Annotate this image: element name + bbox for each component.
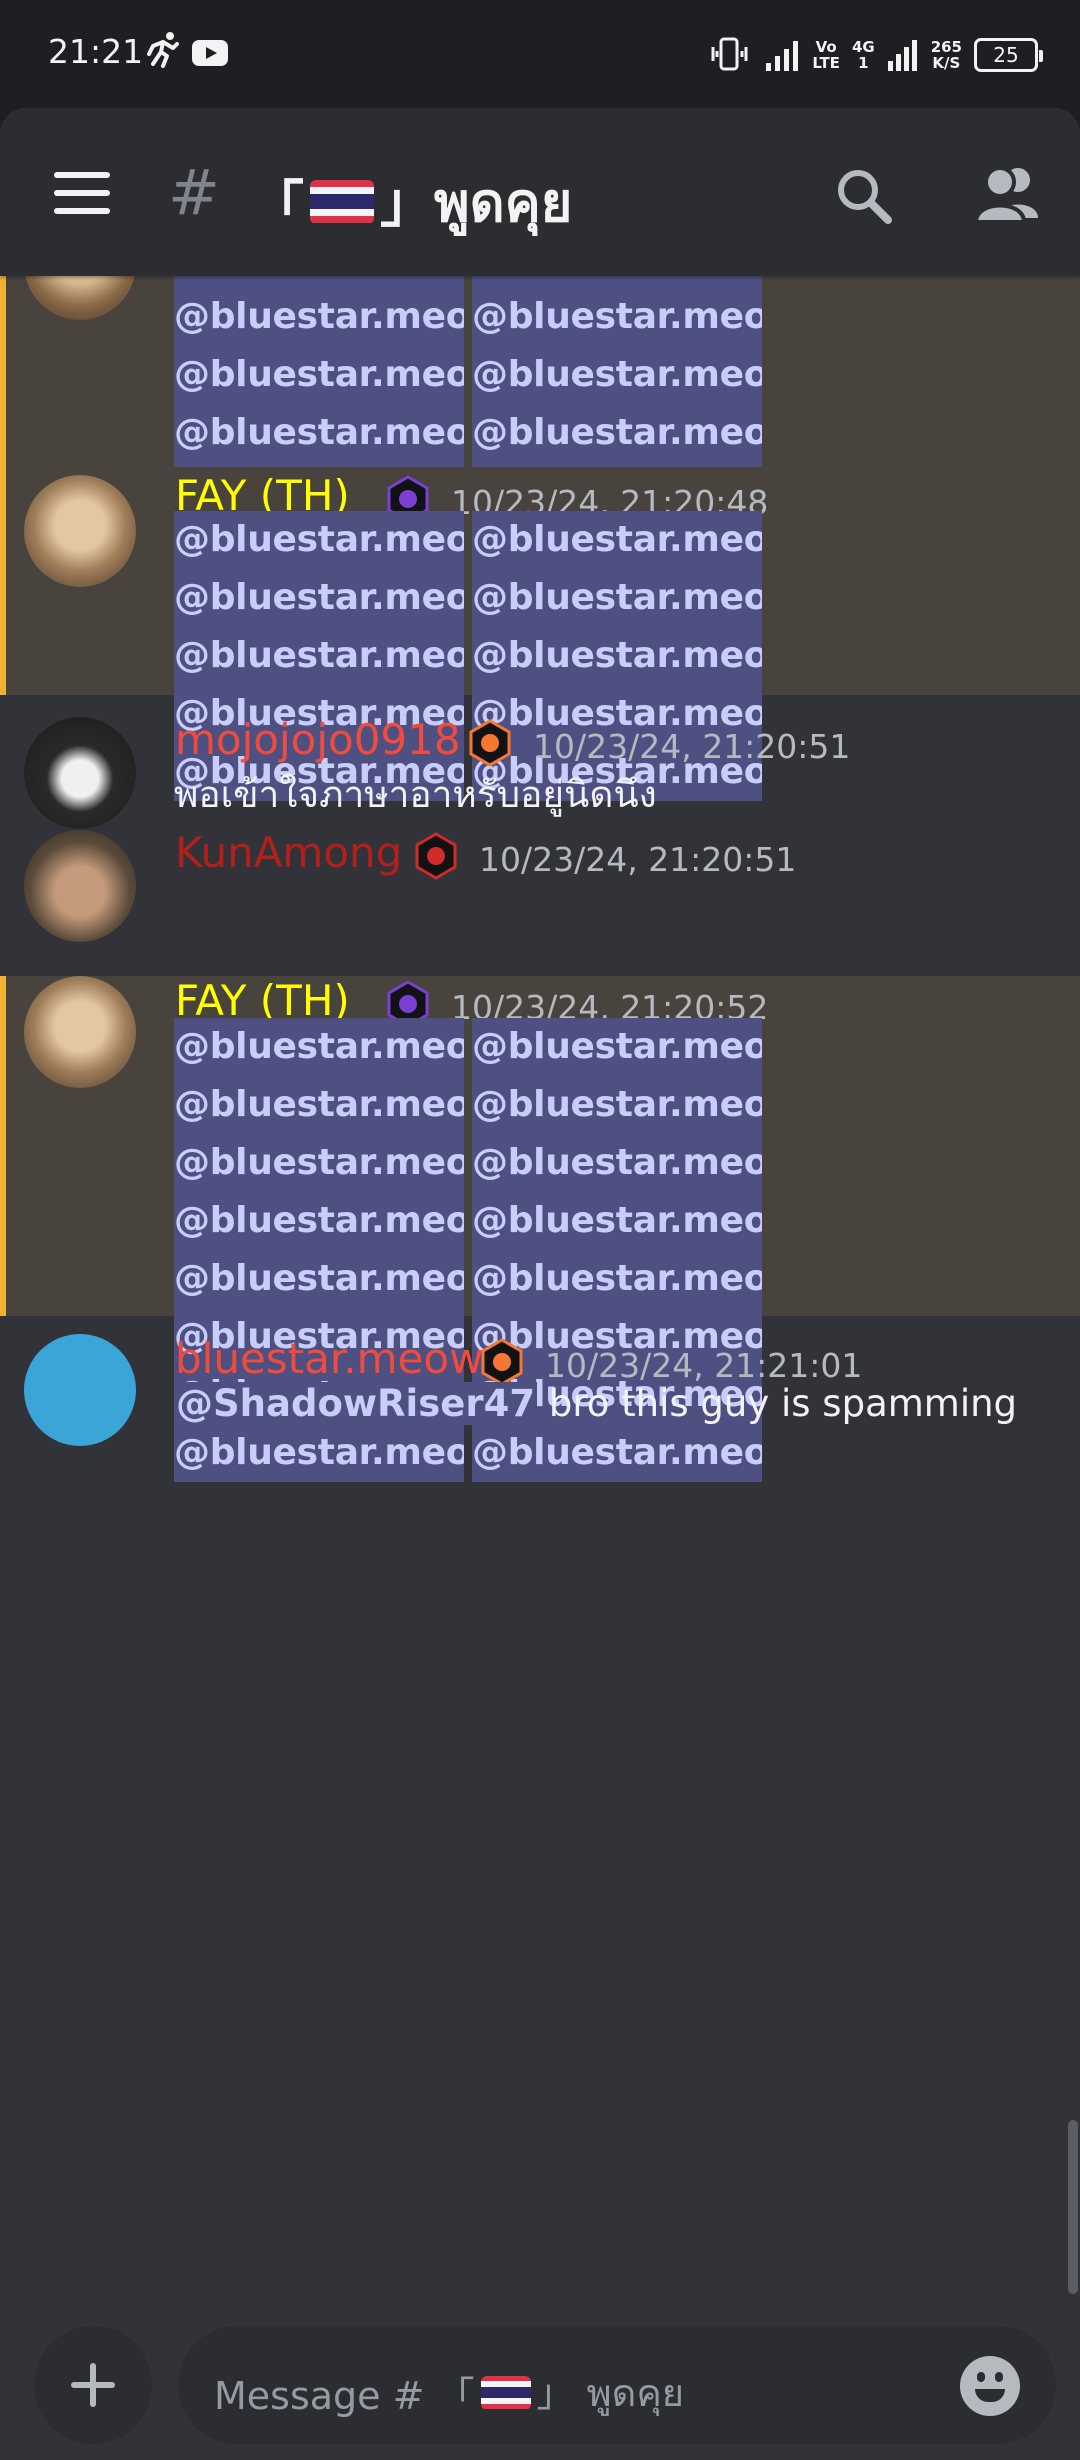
user-mention[interactable]: @bluestar.meow bbox=[472, 346, 762, 404]
youtube-icon bbox=[192, 40, 228, 66]
user-mention[interactable]: @bluestar.meow bbox=[472, 288, 762, 346]
status-indicators: Vo LTE 4G 1 265 K/S 25 bbox=[708, 30, 1043, 80]
user-mention[interactable]: @bluestar.meow bbox=[472, 1076, 762, 1134]
user-mention[interactable]: @bluestar.meow bbox=[472, 627, 762, 685]
emoji-icon[interactable] bbox=[960, 2356, 1020, 2416]
user-mention[interactable]: @bluestar.meow bbox=[174, 511, 464, 569]
user-mention[interactable]: @bluestar.meow bbox=[174, 1192, 464, 1250]
network-gen-indicator: 4G 1 bbox=[851, 38, 875, 72]
role-badge-icon bbox=[469, 719, 511, 767]
channel-header: # 「 」พูดคุย bbox=[0, 108, 1080, 276]
role-badge-icon bbox=[481, 1338, 523, 1386]
role-badge-icon bbox=[415, 832, 457, 880]
message-timestamp: 10/23/24, 21:20:51 bbox=[533, 727, 851, 766]
avatar[interactable] bbox=[24, 475, 136, 587]
user-mention[interactable]: @bluestar.meow bbox=[472, 1250, 762, 1308]
avatar[interactable] bbox=[24, 976, 136, 1088]
user-mention[interactable]: @bluestar.meow bbox=[472, 569, 762, 627]
signal-icon bbox=[766, 41, 799, 71]
search-icon[interactable] bbox=[832, 164, 896, 228]
message[interactable]: FAY (TH)10/23/24, 21:20:52@bluestar.meow… bbox=[0, 976, 1080, 1482]
menu-icon[interactable] bbox=[54, 172, 110, 214]
user-mention[interactable]: @bluestar.meow bbox=[472, 404, 762, 462]
avatar[interactable] bbox=[24, 1334, 136, 1446]
scrollbar[interactable] bbox=[1068, 2120, 1078, 2294]
user-mention[interactable]: @bluestar.meow bbox=[472, 1018, 762, 1076]
user-mention[interactable]: @bluestar.meow bbox=[174, 346, 464, 404]
user-mention[interactable]: @bluestar.meow bbox=[174, 1134, 464, 1192]
username[interactable]: mojojojo0918 bbox=[175, 715, 461, 764]
avatar[interactable] bbox=[24, 830, 136, 942]
username[interactable]: bluestar.meow bbox=[175, 1334, 483, 1383]
user-mention[interactable]: @bluestar.meow bbox=[174, 1250, 464, 1308]
thailand-flag-icon bbox=[310, 179, 374, 224]
thailand-flag-icon bbox=[480, 2375, 531, 2410]
battery-indicator: 25 bbox=[974, 38, 1043, 72]
channel-title-prefix: 「 bbox=[250, 175, 304, 238]
message-text: @ShadowRiser47 bro this guy is spamming bbox=[174, 1382, 1017, 1425]
channel-hash-icon: # bbox=[168, 156, 220, 229]
message[interactable]: KunAmong 10/23/24, 21:20:51 bbox=[0, 808, 1080, 968]
volte-indicator: Vo LTE bbox=[812, 38, 840, 72]
vibrate-icon bbox=[711, 37, 748, 71]
user-mention[interactable]: @bluestar.meow bbox=[174, 569, 464, 627]
message-body: bro this guy is spamming bbox=[537, 1382, 1018, 1425]
status-bar: 21:21 Vo LTE 4G 1 265 K/S 25 bbox=[0, 0, 1080, 105]
user-mention[interactable]: @bluestar.meow bbox=[174, 404, 464, 462]
message-input[interactable]: Message # 「 」 พูดคุย bbox=[178, 2326, 1056, 2444]
user-mention[interactable]: @bluestar.meow bbox=[174, 288, 464, 346]
running-icon bbox=[147, 32, 179, 68]
user-mention[interactable]: @ShadowRiser47 bbox=[174, 1382, 538, 1425]
user-mention[interactable]: @bluestar.meow bbox=[472, 1134, 762, 1192]
user-mention[interactable]: @bluestar.meow bbox=[174, 1018, 464, 1076]
members-icon[interactable] bbox=[972, 160, 1044, 228]
discord-app: # 「 」พูดคุย @bluestar.meow@bluestar.meow… bbox=[0, 108, 1080, 2460]
user-mention[interactable]: @bluestar.meow bbox=[174, 627, 464, 685]
add-attachment-button[interactable] bbox=[34, 2326, 152, 2444]
channel-title-name: 」พูดคุย bbox=[380, 171, 573, 234]
username[interactable]: KunAmong bbox=[175, 828, 402, 877]
message-input-placeholder: Message # 「 」 พูดคุย bbox=[214, 2371, 685, 2418]
message-composer: Message # 「 」 พูดคุย bbox=[0, 2300, 1080, 2460]
message-timestamp: 10/23/24, 21:20:51 bbox=[479, 840, 797, 879]
channel-title: 「 」พูดคุย bbox=[250, 158, 572, 245]
user-mention[interactable]: @bluestar.meow bbox=[174, 1076, 464, 1134]
screen: 21:21 Vo LTE 4G 1 265 K/S 25 # 「 」พูดคุย… bbox=[0, 0, 1080, 2460]
user-mention[interactable]: @bluestar.meow bbox=[472, 511, 762, 569]
message[interactable]: FAY (TH)10/23/24, 21:20:48@bluestar.meow… bbox=[0, 467, 1080, 801]
data-speed-indicator: 265 K/S bbox=[930, 38, 962, 72]
signal-icon-2 bbox=[887, 40, 917, 71]
status-time: 21:21 bbox=[48, 32, 144, 71]
message-timestamp: 10/23/24, 21:21:01 bbox=[545, 1346, 863, 1385]
user-mention[interactable]: @bluestar.meow bbox=[472, 1192, 762, 1250]
message[interactable]: bluestar.meow 10/23/24, 21:21:01 @ShadowRi… bbox=[0, 1320, 1080, 1480]
